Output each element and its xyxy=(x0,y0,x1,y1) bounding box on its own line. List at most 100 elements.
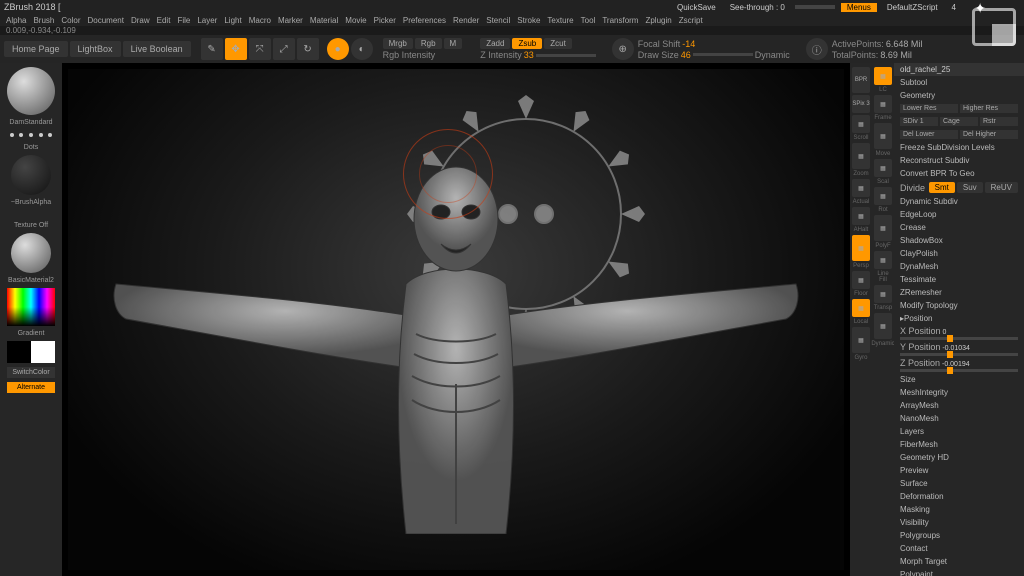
menu-alpha[interactable]: Alpha xyxy=(6,16,26,25)
panel-zremesher[interactable]: ZRemesher xyxy=(894,286,1024,299)
3d-viewport[interactable] xyxy=(68,69,844,570)
mode-edit[interactable]: ✎ xyxy=(201,38,223,60)
menu-stroke[interactable]: Stroke xyxy=(517,16,540,25)
nav-bpr[interactable]: BPR xyxy=(852,67,870,93)
sculptris-button[interactable]: ◐ xyxy=(351,38,373,60)
menu-preferences[interactable]: Preferences xyxy=(403,16,446,25)
panel-crease[interactable]: Crease xyxy=(894,221,1024,234)
draw-size-value[interactable]: 46 xyxy=(681,50,691,60)
menu-texture[interactable]: Texture xyxy=(547,16,573,25)
menu-stencil[interactable]: Stencil xyxy=(486,16,510,25)
nav-line-fill[interactable]: ▦ xyxy=(874,251,892,269)
panel-edgeloop[interactable]: EdgeLoop xyxy=(894,208,1024,221)
menu-picker[interactable]: Picker xyxy=(374,16,396,25)
panel-size[interactable]: Size xyxy=(894,373,1024,386)
panel-tessimate[interactable]: Tessimate xyxy=(894,273,1024,286)
nav-move[interactable]: ▦ xyxy=(874,123,892,149)
panel-nanomesh[interactable]: NanoMesh xyxy=(894,412,1024,425)
panel-layers[interactable]: Layers xyxy=(894,425,1024,438)
bw-swatches[interactable] xyxy=(7,341,55,363)
menu-draw[interactable]: Draw xyxy=(131,16,150,25)
nav-gyro[interactable]: ▦ xyxy=(852,327,870,353)
nav-persp[interactable]: ▦ xyxy=(852,235,870,261)
y-position-slider[interactable]: Y Position -0.01034 xyxy=(894,341,1024,357)
z-position-slider[interactable]: Z Position -0.00194 xyxy=(894,357,1024,373)
divide-row[interactable]: Divide Smt Suv ReUV xyxy=(894,180,1024,195)
reuv-toggle[interactable]: ReUV xyxy=(985,182,1018,193)
nav-spix-3[interactable]: SPix 3 xyxy=(852,95,870,113)
panel-fibermesh[interactable]: FiberMesh xyxy=(894,438,1024,451)
nav-local[interactable]: ▦ xyxy=(852,299,870,317)
alternate-button[interactable]: Alternate xyxy=(7,382,55,393)
panel-preview[interactable]: Preview xyxy=(894,464,1024,477)
nav-actual[interactable]: ▦ xyxy=(852,179,870,197)
panel-btn-rstr[interactable]: Rstr xyxy=(980,117,1018,126)
texture-label[interactable]: Texture Off xyxy=(14,222,48,229)
brush-swatch[interactable] xyxy=(7,67,55,115)
panel-btn-del-higher[interactable]: Del Higher xyxy=(960,130,1018,139)
panel-dynamesh[interactable]: DynaMesh xyxy=(894,260,1024,273)
x-position-slider[interactable]: X Position 0 xyxy=(894,325,1024,341)
panel-geometry-hd[interactable]: Geometry HD xyxy=(894,451,1024,464)
menu-light[interactable]: Light xyxy=(224,16,241,25)
dynamic-label[interactable]: Dynamic xyxy=(755,50,790,60)
quicksave-button[interactable]: QuickSave xyxy=(673,3,720,12)
panel-modify-topology[interactable]: Modify Topology xyxy=(894,299,1024,312)
panel-reconstruct-subdiv[interactable]: Reconstruct Subdiv xyxy=(894,154,1024,167)
menu-zscript[interactable]: Zscript xyxy=(679,16,703,25)
m-toggle[interactable]: M xyxy=(444,38,463,49)
switchcolor-button[interactable]: SwitchColor xyxy=(7,367,55,378)
panel-contact[interactable]: Contact xyxy=(894,542,1024,555)
panel-convert-bpr-to-geo[interactable]: Convert BPR To Geo xyxy=(894,167,1024,180)
menu-marker[interactable]: Marker xyxy=(278,16,303,25)
default-zscript[interactable]: DefaultZScript xyxy=(883,3,942,12)
tab-home[interactable]: Home Page xyxy=(4,41,68,57)
panel-masking[interactable]: Masking xyxy=(894,503,1024,516)
menu-color[interactable]: Color xyxy=(61,16,80,25)
nav-scal[interactable]: ▦ xyxy=(874,159,892,177)
seethrough-slider[interactable] xyxy=(795,5,835,9)
mode-move[interactable]: ⤧ xyxy=(249,38,271,60)
nav-scroll[interactable]: ▦ xyxy=(852,115,870,133)
panel-surface[interactable]: Surface xyxy=(894,477,1024,490)
nav-frame[interactable]: ▦ xyxy=(874,95,892,113)
panel-dynamic-subdiv[interactable]: Dynamic Subdiv xyxy=(894,195,1024,208)
menu-file[interactable]: File xyxy=(177,16,190,25)
panel-geometry[interactable]: Geometry xyxy=(894,89,1024,102)
menu-render[interactable]: Render xyxy=(453,16,479,25)
tool-name[interactable]: old_rachel_25 xyxy=(894,63,1024,76)
rgb-toggle[interactable]: Rgb xyxy=(415,38,442,49)
info-icon[interactable]: ⓘ xyxy=(806,38,828,60)
panel-meshintegrity[interactable]: MeshIntegrity xyxy=(894,386,1024,399)
suv-toggle[interactable]: Suv xyxy=(957,182,983,193)
z-intensity-slider[interactable] xyxy=(536,54,596,57)
tab-liveboolean[interactable]: Live Boolean xyxy=(123,41,191,57)
menu-layer[interactable]: Layer xyxy=(197,16,217,25)
mode-scale[interactable]: ⤢ xyxy=(273,38,295,60)
menu-brush[interactable]: Brush xyxy=(33,16,54,25)
panel-subtool[interactable]: Subtool xyxy=(894,76,1024,89)
panel-polygroups[interactable]: Polygroups xyxy=(894,529,1024,542)
panel-btn-lower-res[interactable]: Lower Res xyxy=(900,104,958,113)
draw-size-slider[interactable] xyxy=(693,53,753,56)
panel-claypolish[interactable]: ClayPolish xyxy=(894,247,1024,260)
panel-morph-target[interactable]: Morph Target xyxy=(894,555,1024,568)
panel-btn-del-lower[interactable]: Del Lower xyxy=(900,130,958,139)
panel-btn-cage[interactable]: Cage xyxy=(940,117,978,126)
panel-arraymesh[interactable]: ArrayMesh xyxy=(894,399,1024,412)
mode-rotate[interactable]: ↻ xyxy=(297,38,319,60)
menu-transform[interactable]: Transform xyxy=(602,16,638,25)
menu-document[interactable]: Document xyxy=(88,16,124,25)
alpha-swatch[interactable] xyxy=(11,155,51,195)
menu-tool[interactable]: Tool xyxy=(581,16,596,25)
panel-shadowbox[interactable]: ShadowBox xyxy=(894,234,1024,247)
gizmo-button[interactable]: ● xyxy=(327,38,349,60)
zcut-toggle[interactable]: Zcut xyxy=(544,38,572,49)
menu-edit[interactable]: Edit xyxy=(157,16,171,25)
nav-polyf[interactable]: ▦ xyxy=(874,215,892,241)
menu-zplugin[interactable]: Zplugin xyxy=(645,16,671,25)
material-swatch[interactable] xyxy=(11,233,51,273)
tab-lightbox[interactable]: LightBox xyxy=(70,41,121,57)
gradient-label[interactable]: Gradient xyxy=(18,330,45,337)
zadd-toggle[interactable]: Zadd xyxy=(480,38,510,49)
